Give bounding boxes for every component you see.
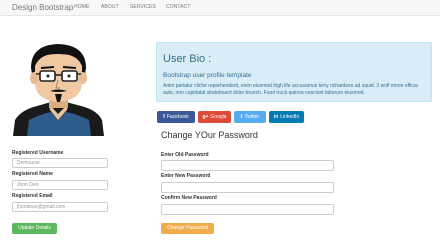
nav-contact[interactable]: CONTACT (166, 4, 191, 10)
email-field[interactable] (12, 202, 108, 212)
google-label: Google (210, 114, 227, 120)
nav-about[interactable]: ABOUT (101, 4, 119, 10)
bio-title: User Bio : (163, 53, 212, 65)
old-password-label: Enter Old Password (161, 152, 209, 158)
confirm-password-label: Confirm New Password (161, 195, 217, 201)
email-label: Registered Email (12, 193, 53, 199)
facebook-button[interactable]: f Facebook (157, 111, 195, 123)
avatar (13, 44, 104, 136)
navbar: Design Bootstrap HOME ABOUT SERVICES CON… (0, 0, 440, 16)
change-password-title: Change YOur Password (161, 130, 258, 140)
linkedin-button[interactable]: in LinkedIn (269, 111, 304, 123)
twitter-icon: t (240, 114, 243, 120)
new-password-label: Enter New Password (161, 173, 211, 179)
twitter-label: Twitter (244, 114, 260, 120)
username-field[interactable] (12, 158, 108, 168)
confirm-password-field[interactable] (161, 204, 334, 215)
google-plus-icon: g+ (202, 114, 209, 120)
facebook-icon: f (163, 114, 165, 120)
nav-home[interactable]: HOME (74, 4, 89, 10)
name-field[interactable] (12, 180, 108, 190)
update-details-button[interactable]: Update Details (12, 223, 57, 234)
bio-subtitle: Bootstrap user profile template (163, 72, 252, 79)
nav-services[interactable]: SERVICES (130, 4, 156, 10)
new-password-field[interactable] (161, 182, 334, 193)
username-label: Registered Username (12, 150, 64, 156)
facebook-label: Facebook (166, 114, 189, 120)
name-label: Registered Name (12, 171, 53, 177)
google-button[interactable]: g+ Google (198, 111, 231, 123)
bio-text: Anim pariatur cliche reprehenderit, enim… (163, 83, 418, 96)
change-password-button[interactable]: Change Password (161, 223, 214, 234)
twitter-button[interactable]: t Twitter (234, 111, 266, 123)
linkedin-label: LinkedIn (280, 114, 300, 120)
linkedin-icon: in (273, 114, 279, 120)
bio-panel: User Bio : Bootstrap user profile templa… (156, 42, 432, 102)
brand-link[interactable]: Design Bootstrap (12, 3, 73, 12)
old-password-field[interactable] (161, 160, 334, 171)
